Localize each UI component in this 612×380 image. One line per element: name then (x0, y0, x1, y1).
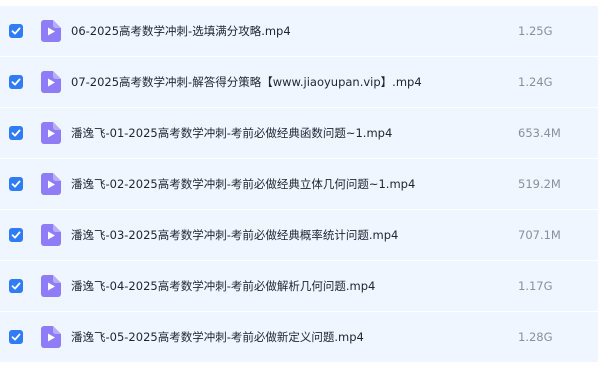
checkmark-icon (11, 180, 21, 188)
file-size: 1.25G (518, 24, 553, 38)
file-row[interactable]: 06-2025高考数学冲刺-选填满分攻略.mp4 1.25G (0, 6, 598, 56)
row-checkbox[interactable] (9, 75, 23, 89)
checkmark-icon (11, 282, 21, 290)
checkmark-icon (11, 78, 21, 86)
video-file-icon (41, 275, 61, 297)
file-row[interactable]: 潘逸飞-04-2025高考数学冲刺-考前必做解析几何问题.mp4 1.17G (0, 261, 598, 311)
file-size: 519.2M (518, 177, 561, 191)
file-name[interactable]: 潘逸飞-05-2025高考数学冲刺-考前必做新定义问题.mp4 (71, 329, 364, 345)
row-checkbox[interactable] (9, 330, 23, 344)
row-checkbox[interactable] (9, 126, 23, 140)
video-file-icon (41, 122, 61, 144)
file-name[interactable]: 潘逸飞-01-2025高考数学冲刺-考前必做经典函数问题~1.mp4 (71, 125, 392, 141)
file-size: 707.1M (518, 228, 561, 242)
file-row[interactable]: 潘逸飞-02-2025高考数学冲刺-考前必做经典立体几何问题~1.mp4 519… (0, 159, 598, 209)
checkmark-icon (11, 333, 21, 341)
row-checkbox[interactable] (9, 228, 23, 242)
file-row[interactable]: 潘逸飞-05-2025高考数学冲刺-考前必做新定义问题.mp4 1.28G (0, 312, 598, 362)
file-name[interactable]: 06-2025高考数学冲刺-选填满分攻略.mp4 (71, 23, 291, 39)
file-row[interactable]: 潘逸飞-03-2025高考数学冲刺-考前必做经典概率统计问题.mp4 707.1… (0, 210, 598, 260)
file-name[interactable]: 07-2025高考数学冲刺-解答得分策略【www.jiaoyupan.vip】.… (71, 74, 422, 90)
file-row[interactable]: 潘逸飞-01-2025高考数学冲刺-考前必做经典函数问题~1.mp4 653.4… (0, 108, 598, 158)
checkmark-icon (11, 27, 21, 35)
file-size: 1.17G (518, 279, 553, 293)
video-file-icon (41, 173, 61, 195)
file-name[interactable]: 潘逸飞-03-2025高考数学冲刺-考前必做经典概率统计问题.mp4 (71, 227, 398, 243)
checkmark-icon (11, 129, 21, 137)
list-right-edge (598, 0, 612, 380)
row-checkbox[interactable] (9, 24, 23, 38)
row-checkbox[interactable] (9, 279, 23, 293)
file-size: 1.24G (518, 75, 553, 89)
file-name[interactable]: 潘逸飞-04-2025高考数学冲刺-考前必做解析几何问题.mp4 (71, 278, 375, 294)
file-name[interactable]: 潘逸飞-02-2025高考数学冲刺-考前必做经典立体几何问题~1.mp4 (71, 176, 415, 192)
video-file-icon (41, 20, 61, 42)
video-file-icon (41, 326, 61, 348)
file-size: 653.4M (518, 126, 561, 140)
file-list: 06-2025高考数学冲刺-选填满分攻略.mp4 1.25G 07-2025高考… (0, 0, 612, 380)
checkmark-icon (11, 231, 21, 239)
row-checkbox[interactable] (9, 177, 23, 191)
file-size: 1.28G (518, 330, 553, 344)
video-file-icon (41, 71, 61, 93)
file-row[interactable]: 07-2025高考数学冲刺-解答得分策略【www.jiaoyupan.vip】.… (0, 57, 598, 107)
video-file-icon (41, 224, 61, 246)
